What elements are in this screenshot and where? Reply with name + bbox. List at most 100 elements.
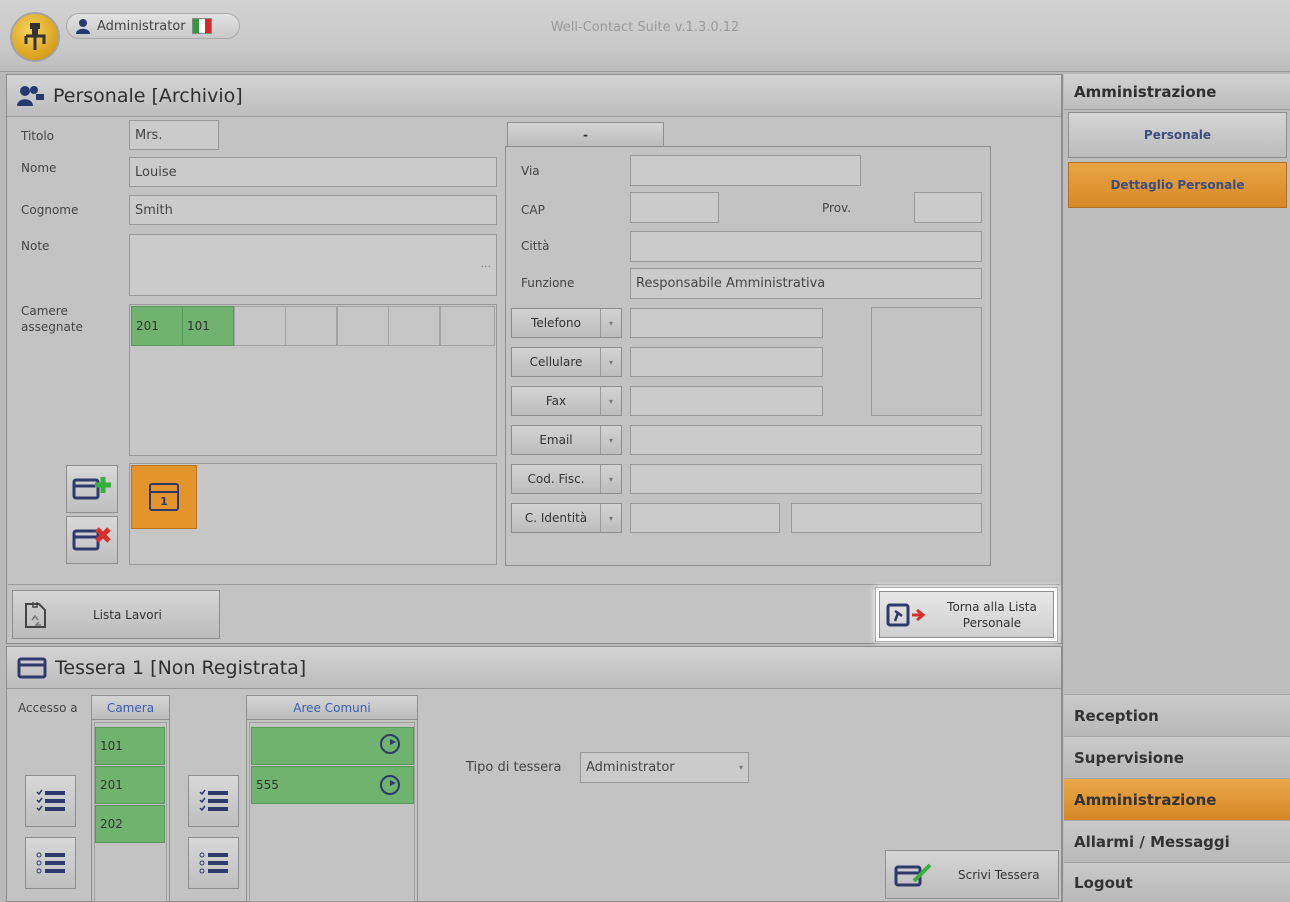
- camera-cell-empty[interactable]: [285, 306, 337, 346]
- title-bar-strip: [0, 48, 1290, 72]
- window-title: Well-Contact Suite v.1.3.0.12: [550, 20, 740, 35]
- divider: [8, 584, 1060, 585]
- sidebar-item-dettaglio-personale[interactable]: Dettaglio Personale: [1068, 162, 1287, 208]
- sidebar-header: Amministrazione: [1064, 74, 1290, 110]
- remove-card-button[interactable]: [66, 516, 118, 564]
- access-camera-item[interactable]: 101: [95, 727, 165, 765]
- tessera-header: Tessera 1 [Non Registrata]: [7, 647, 1061, 689]
- via-label: Via: [521, 164, 540, 178]
- camere-assegnate-label: Camere assegnate: [21, 304, 83, 334]
- remove-card-icon: [72, 527, 111, 551]
- staff-icon: [17, 85, 44, 106]
- telefono-type-dropdown[interactable]: Telefono ▾: [511, 308, 622, 338]
- section-amministrazione[interactable]: Amministrazione: [1064, 778, 1290, 820]
- identita-type-label: C. Identità: [512, 504, 601, 532]
- access-camera-item[interactable]: 202: [95, 805, 165, 843]
- chevron-down-icon: ▾: [608, 318, 613, 328]
- telefono-type-label: Telefono: [512, 309, 601, 337]
- personale-header: Personale [Archivio]: [7, 75, 1061, 117]
- email-type-label: Email: [512, 426, 601, 454]
- identita-extra-field[interactable]: [791, 503, 982, 533]
- torna-lista-button[interactable]: Torna alla Lista Personale: [879, 591, 1054, 638]
- fax-field[interactable]: [630, 386, 823, 416]
- list-icon: [199, 852, 228, 874]
- funzione-label: Funzione: [521, 276, 575, 290]
- chevron-down-icon: ▾: [608, 435, 613, 445]
- email-type-dropdown[interactable]: Email ▾: [511, 425, 622, 455]
- codfisc-field[interactable]: [630, 464, 982, 494]
- camera-cell[interactable]: 201: [131, 306, 183, 346]
- deselect-all-camera-button[interactable]: [25, 837, 76, 889]
- email-field[interactable]: [630, 425, 982, 455]
- note-ellipsis[interactable]: ...: [481, 257, 492, 270]
- tab-address[interactable]: -: [507, 122, 664, 147]
- section-supervisione[interactable]: Supervisione: [1064, 736, 1290, 778]
- tipo-tessera-label: Tipo di tessera: [466, 760, 562, 775]
- chevron-down-icon: ▾: [738, 763, 743, 772]
- access-camera-item[interactable]: 201: [95, 766, 165, 804]
- titolo-field[interactable]: Mrs.: [129, 120, 219, 150]
- fax-type-dropdown[interactable]: Fax ▾: [511, 386, 622, 416]
- via-field[interactable]: [630, 155, 861, 186]
- cellulare-field[interactable]: [630, 347, 823, 377]
- chevron-down-icon: ▾: [608, 513, 613, 523]
- cap-field[interactable]: [630, 192, 719, 223]
- titolo-label: Titolo: [21, 129, 55, 143]
- sidebar-item-personale[interactable]: Personale: [1068, 112, 1287, 158]
- clock-icon[interactable]: [380, 775, 400, 795]
- card-icon: 1: [149, 483, 179, 511]
- tessera-title: Tessera 1 [Non Registrata]: [55, 656, 307, 679]
- deselect-all-aree-button[interactable]: [188, 837, 239, 889]
- camera-cell-empty[interactable]: [337, 306, 389, 346]
- fax-type-label: Fax: [512, 387, 601, 415]
- nome-field[interactable]: Louise: [129, 157, 497, 187]
- cognome-field[interactable]: Smith: [129, 195, 497, 225]
- telefono-field[interactable]: [630, 308, 823, 338]
- camera-column-header[interactable]: Camera: [92, 696, 169, 720]
- camera-cell-empty[interactable]: [234, 306, 286, 346]
- tipo-tessera-select[interactable]: Administrator ▾: [580, 752, 749, 783]
- tessera-number: 1: [160, 494, 168, 508]
- cellulare-type-label: Cellulare: [512, 348, 601, 376]
- card-icon: [17, 657, 47, 678]
- cognome-label: Cognome: [21, 203, 79, 217]
- personale-title: Personale [Archivio]: [53, 84, 243, 107]
- camera-cell-empty[interactable]: [440, 306, 495, 346]
- cellulare-type-dropdown[interactable]: Cellulare ▾: [511, 347, 622, 377]
- add-card-button[interactable]: [66, 465, 118, 513]
- select-all-aree-button[interactable]: [188, 775, 239, 827]
- scrivi-tessera-label: Scrivi Tessera: [958, 867, 1040, 882]
- tessera-card-tile[interactable]: 1: [131, 465, 197, 529]
- lista-lavori-button[interactable]: Lista Lavori: [12, 590, 220, 639]
- section-allarmi-messaggi[interactable]: Allarmi / Messaggi: [1064, 820, 1290, 862]
- codfisc-type-dropdown[interactable]: Cod. Fisc. ▾: [511, 464, 622, 494]
- back-to-list-icon: [886, 603, 926, 626]
- section-logout[interactable]: Logout: [1064, 862, 1290, 902]
- checklist-icon: [198, 789, 228, 812]
- nome-label: Nome: [21, 161, 57, 175]
- identita-type-dropdown[interactable]: C. Identità ▾: [511, 503, 622, 533]
- camera-cell[interactable]: 101: [182, 306, 234, 346]
- note-field[interactable]: ...: [129, 234, 497, 296]
- lista-lavori-label: Lista Lavori: [93, 607, 162, 622]
- clock-icon[interactable]: [380, 734, 400, 754]
- work-list-icon: [25, 601, 46, 628]
- chevron-down-icon: ▾: [608, 396, 613, 406]
- chevron-down-icon: ▾: [608, 474, 613, 484]
- prov-field[interactable]: [914, 192, 982, 223]
- add-card-icon: [72, 477, 111, 500]
- funzione-field[interactable]: Responsabile Amministrativa: [630, 268, 982, 299]
- aree-column-header[interactable]: Aree Comuni: [247, 696, 417, 720]
- tipo-tessera-value: Administrator: [586, 760, 675, 775]
- chevron-down-icon: ▾: [608, 357, 613, 367]
- prov-label: Prov.: [822, 201, 852, 215]
- select-all-camera-button[interactable]: [25, 775, 76, 827]
- citta-field[interactable]: [630, 231, 982, 262]
- torna-lista-label: Torna alla Lista Personale: [947, 599, 1037, 630]
- camera-cell-empty[interactable]: [388, 306, 440, 346]
- codfisc-type-label: Cod. Fisc.: [512, 465, 601, 493]
- photo-box[interactable]: [871, 307, 982, 416]
- section-reception[interactable]: Reception: [1064, 694, 1290, 736]
- scrivi-tessera-button[interactable]: Scrivi Tessera: [885, 850, 1059, 899]
- identita-number-field[interactable]: [630, 503, 780, 533]
